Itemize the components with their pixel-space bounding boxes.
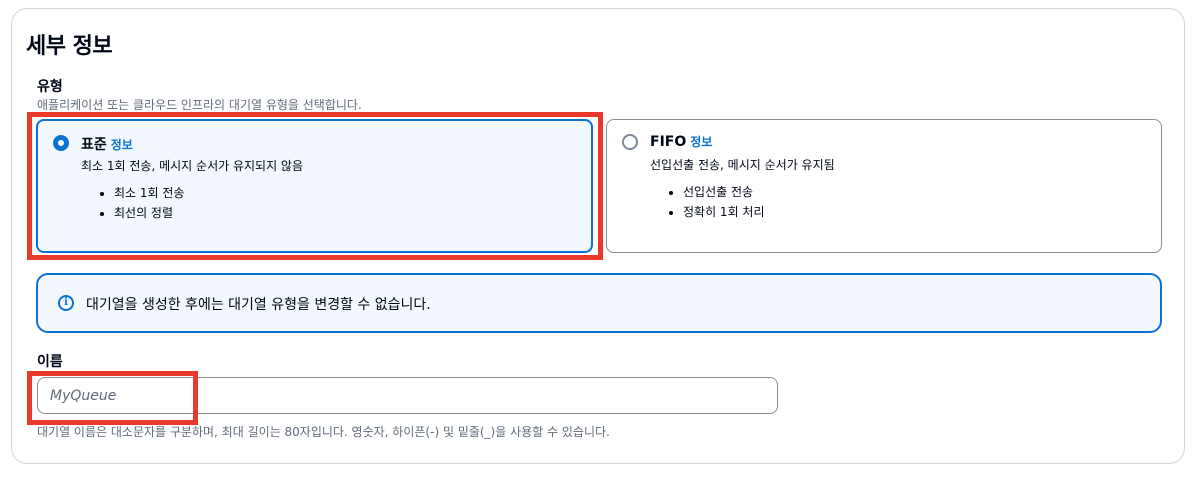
standard-description: 최소 1회 전송, 메시지 순서가 유지되지 않음 (81, 159, 304, 173)
type-description: 애플리케이션 또는 클라우드 인프라의 대기열 유형을 선택합니다. (37, 98, 362, 112)
info-icon: i (58, 295, 74, 311)
fifo-title: FIFO 정보 (650, 134, 713, 150)
queue-type-standard-card[interactable]: 표준정보 최소 1회 전송, 메시지 순서가 유지되지 않음 최소 1회 전송 … (36, 119, 593, 253)
queue-type-fifo-card[interactable]: FIFO정보 선입선출 전송, 메시지 순서가 유지됨 선입선출 전송 정확히 … (606, 119, 1162, 253)
type-label: 유형 (37, 79, 63, 95)
queue-name-input[interactable] (37, 377, 778, 414)
standard-info-link[interactable]: 정보 (111, 138, 133, 152)
list-item: 정확히 1회 처리 (683, 202, 765, 222)
standard-title: 표준 정보 (81, 137, 133, 153)
name-hint: 대기열 이름은 대소문자를 구분하며, 최대 길이는 80자입니다. 영숫자, … (37, 425, 610, 439)
section-title: 세부 정보 (26, 34, 113, 59)
fifo-description: 선입선출 전송, 메시지 순서가 유지됨 (650, 158, 835, 172)
list-item: 최소 1회 전송 (114, 183, 184, 203)
fifo-bullets: 선입선출 전송 정확히 1회 처리 (667, 182, 765, 222)
fifo-info-link[interactable]: 정보 (690, 135, 712, 149)
standard-bullets: 최소 1회 전송 최선의 정렬 (98, 183, 184, 223)
name-label: 이름 (37, 354, 63, 370)
list-item: 선입선출 전송 (683, 182, 765, 202)
list-item: 최선의 정렬 (114, 203, 184, 223)
alert-text: 대기열을 생성한 후에는 대기열 유형을 변경할 수 없습니다. (86, 297, 431, 313)
fifo-radio[interactable] (622, 134, 638, 150)
standard-radio[interactable] (53, 135, 69, 151)
info-alert: i 대기열을 생성한 후에는 대기열 유형을 변경할 수 없습니다. (36, 273, 1162, 333)
